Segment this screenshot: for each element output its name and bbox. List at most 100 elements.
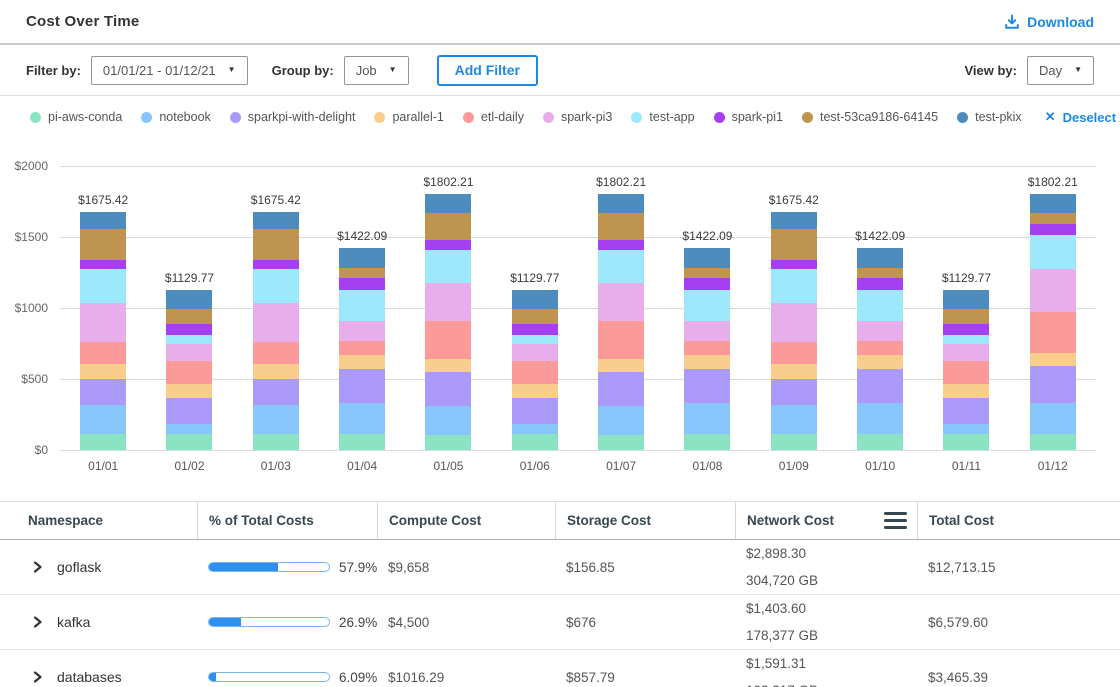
bar-segment-sparkpi-with-delight[interactable] xyxy=(1030,366,1076,403)
bar-segment-test-app[interactable] xyxy=(1030,235,1076,269)
bar-segment-test-53ca9186-64145[interactable] xyxy=(512,309,558,324)
stacked-bar[interactable] xyxy=(684,248,730,450)
group-by-select[interactable]: Job ▼ xyxy=(344,56,409,85)
legend-item[interactable]: notebook xyxy=(141,110,210,124)
bar-segment-pi-aws-conda[interactable] xyxy=(425,435,471,450)
bar-segment-spark-pi3[interactable] xyxy=(943,344,989,362)
bar-segment-test-53ca9186-64145[interactable] xyxy=(684,268,730,279)
bar-segment-test-pkix[interactable] xyxy=(943,290,989,310)
bar-segment-parallel-1[interactable] xyxy=(80,364,126,379)
bar-segment-notebook[interactable] xyxy=(166,424,212,433)
bar-segment-notebook[interactable] xyxy=(425,406,471,435)
bar-segment-pi-aws-conda[interactable] xyxy=(253,434,299,450)
bar-segment-test-pkix[interactable] xyxy=(684,248,730,268)
bar-segment-etl-daily[interactable] xyxy=(1030,312,1076,353)
bar-segment-pi-aws-conda[interactable] xyxy=(339,434,385,450)
bar-segment-etl-daily[interactable] xyxy=(512,361,558,384)
bar-segment-notebook[interactable] xyxy=(684,403,730,434)
bar-segment-notebook[interactable] xyxy=(512,424,558,433)
bar-segment-notebook[interactable] xyxy=(80,405,126,434)
bar-segment-sparkpi-with-delight[interactable] xyxy=(425,372,471,406)
bar-segment-test-53ca9186-64145[interactable] xyxy=(857,268,903,279)
bar-segment-etl-daily[interactable] xyxy=(598,321,644,359)
legend-item[interactable]: spark-pi1 xyxy=(714,110,783,124)
column-menu-icon[interactable] xyxy=(884,512,907,529)
bar-segment-spark-pi3[interactable] xyxy=(166,344,212,362)
bar-segment-notebook[interactable] xyxy=(857,403,903,434)
bar-segment-spark-pi3[interactable] xyxy=(425,283,471,321)
bar-segment-spark-pi1[interactable] xyxy=(771,260,817,269)
bar-segment-test-app[interactable] xyxy=(598,250,644,283)
stacked-bar[interactable] xyxy=(80,212,126,450)
bar-segment-pi-aws-conda[interactable] xyxy=(857,434,903,450)
bar-segment-parallel-1[interactable] xyxy=(512,384,558,398)
bar-segment-notebook[interactable] xyxy=(1030,403,1076,434)
bar-segment-etl-daily[interactable] xyxy=(771,342,817,365)
bar-segment-parallel-1[interactable] xyxy=(166,384,212,398)
legend-item[interactable]: etl-daily xyxy=(463,110,524,124)
bar-segment-spark-pi1[interactable] xyxy=(857,278,903,290)
bar-segment-test-pkix[interactable] xyxy=(598,194,644,213)
bar-segment-parallel-1[interactable] xyxy=(684,355,730,369)
download-button[interactable]: Download xyxy=(1004,14,1094,30)
bar-segment-sparkpi-with-delight[interactable] xyxy=(684,369,730,403)
bar-segment-test-53ca9186-64145[interactable] xyxy=(80,229,126,259)
bar-segment-spark-pi3[interactable] xyxy=(253,303,299,341)
bar-segment-test-app[interactable] xyxy=(166,335,212,344)
bar-segment-test-pkix[interactable] xyxy=(80,212,126,230)
bar-segment-etl-daily[interactable] xyxy=(857,341,903,355)
bar-segment-test-app[interactable] xyxy=(80,269,126,303)
bar-segment-sparkpi-with-delight[interactable] xyxy=(857,369,903,403)
bar-segment-notebook[interactable] xyxy=(339,403,385,434)
stacked-bar[interactable] xyxy=(598,194,644,450)
legend-item[interactable]: pi-aws-conda xyxy=(30,110,122,124)
bar-segment-sparkpi-with-delight[interactable] xyxy=(512,398,558,424)
bar-segment-notebook[interactable] xyxy=(598,406,644,435)
bar-segment-test-53ca9186-64145[interactable] xyxy=(943,309,989,324)
bar-segment-sparkpi-with-delight[interactable] xyxy=(80,379,126,405)
bar-segment-test-app[interactable] xyxy=(425,250,471,283)
legend-item[interactable]: parallel-1 xyxy=(374,110,443,124)
bar-segment-test-pkix[interactable] xyxy=(339,248,385,268)
bar-segment-etl-daily[interactable] xyxy=(684,341,730,355)
bar-segment-spark-pi1[interactable] xyxy=(943,324,989,335)
stacked-bar[interactable] xyxy=(425,194,471,450)
bar-segment-etl-daily[interactable] xyxy=(943,361,989,384)
bar-segment-test-app[interactable] xyxy=(512,335,558,344)
bar-segment-spark-pi3[interactable] xyxy=(1030,269,1076,312)
bar-segment-test-app[interactable] xyxy=(253,269,299,303)
bar-segment-test-app[interactable] xyxy=(339,290,385,321)
bar-segment-test-pkix[interactable] xyxy=(512,290,558,310)
bar-segment-etl-daily[interactable] xyxy=(339,341,385,355)
bar-segment-parallel-1[interactable] xyxy=(425,359,471,372)
bar-segment-notebook[interactable] xyxy=(771,405,817,434)
date-range-select[interactable]: 01/01/21 - 01/12/21 ▼ xyxy=(91,56,248,85)
stacked-bar[interactable] xyxy=(857,248,903,450)
bar-segment-test-53ca9186-64145[interactable] xyxy=(425,213,471,241)
table-row[interactable]: goflask 57.9% $9,658 $156.85 $2,898.30 3… xyxy=(0,540,1120,595)
column-header-namespace[interactable]: Namespace xyxy=(24,502,197,539)
bar-segment-pi-aws-conda[interactable] xyxy=(80,434,126,450)
stacked-bar[interactable] xyxy=(512,290,558,450)
bar-segment-notebook[interactable] xyxy=(253,405,299,434)
bar-segment-test-pkix[interactable] xyxy=(771,212,817,230)
legend-item[interactable]: test-53ca9186-64145 xyxy=(802,110,938,124)
bar-segment-test-53ca9186-64145[interactable] xyxy=(339,268,385,279)
deselect-all-button[interactable]: ✕ Deselect All xyxy=(1045,109,1120,125)
stacked-bar[interactable] xyxy=(253,212,299,450)
legend-item[interactable]: spark-pi3 xyxy=(543,110,612,124)
bar-segment-parallel-1[interactable] xyxy=(1030,353,1076,366)
bar-segment-pi-aws-conda[interactable] xyxy=(512,434,558,451)
bar-segment-notebook[interactable] xyxy=(943,424,989,433)
legend-item[interactable]: sparkpi-with-delight xyxy=(230,110,356,124)
bar-segment-spark-pi3[interactable] xyxy=(771,303,817,341)
legend-item[interactable]: test-app xyxy=(631,110,694,124)
table-row[interactable]: databases 6.09% $1016.29 $857.79 $1,591.… xyxy=(0,650,1120,687)
bar-segment-spark-pi1[interactable] xyxy=(512,324,558,335)
bar-segment-etl-daily[interactable] xyxy=(253,342,299,365)
bar-segment-test-app[interactable] xyxy=(857,290,903,321)
column-header-total[interactable]: Total Cost xyxy=(917,502,1096,539)
bar-segment-test-pkix[interactable] xyxy=(1030,194,1076,213)
add-filter-button[interactable]: Add Filter xyxy=(437,55,538,86)
bar-segment-test-pkix[interactable] xyxy=(425,194,471,213)
